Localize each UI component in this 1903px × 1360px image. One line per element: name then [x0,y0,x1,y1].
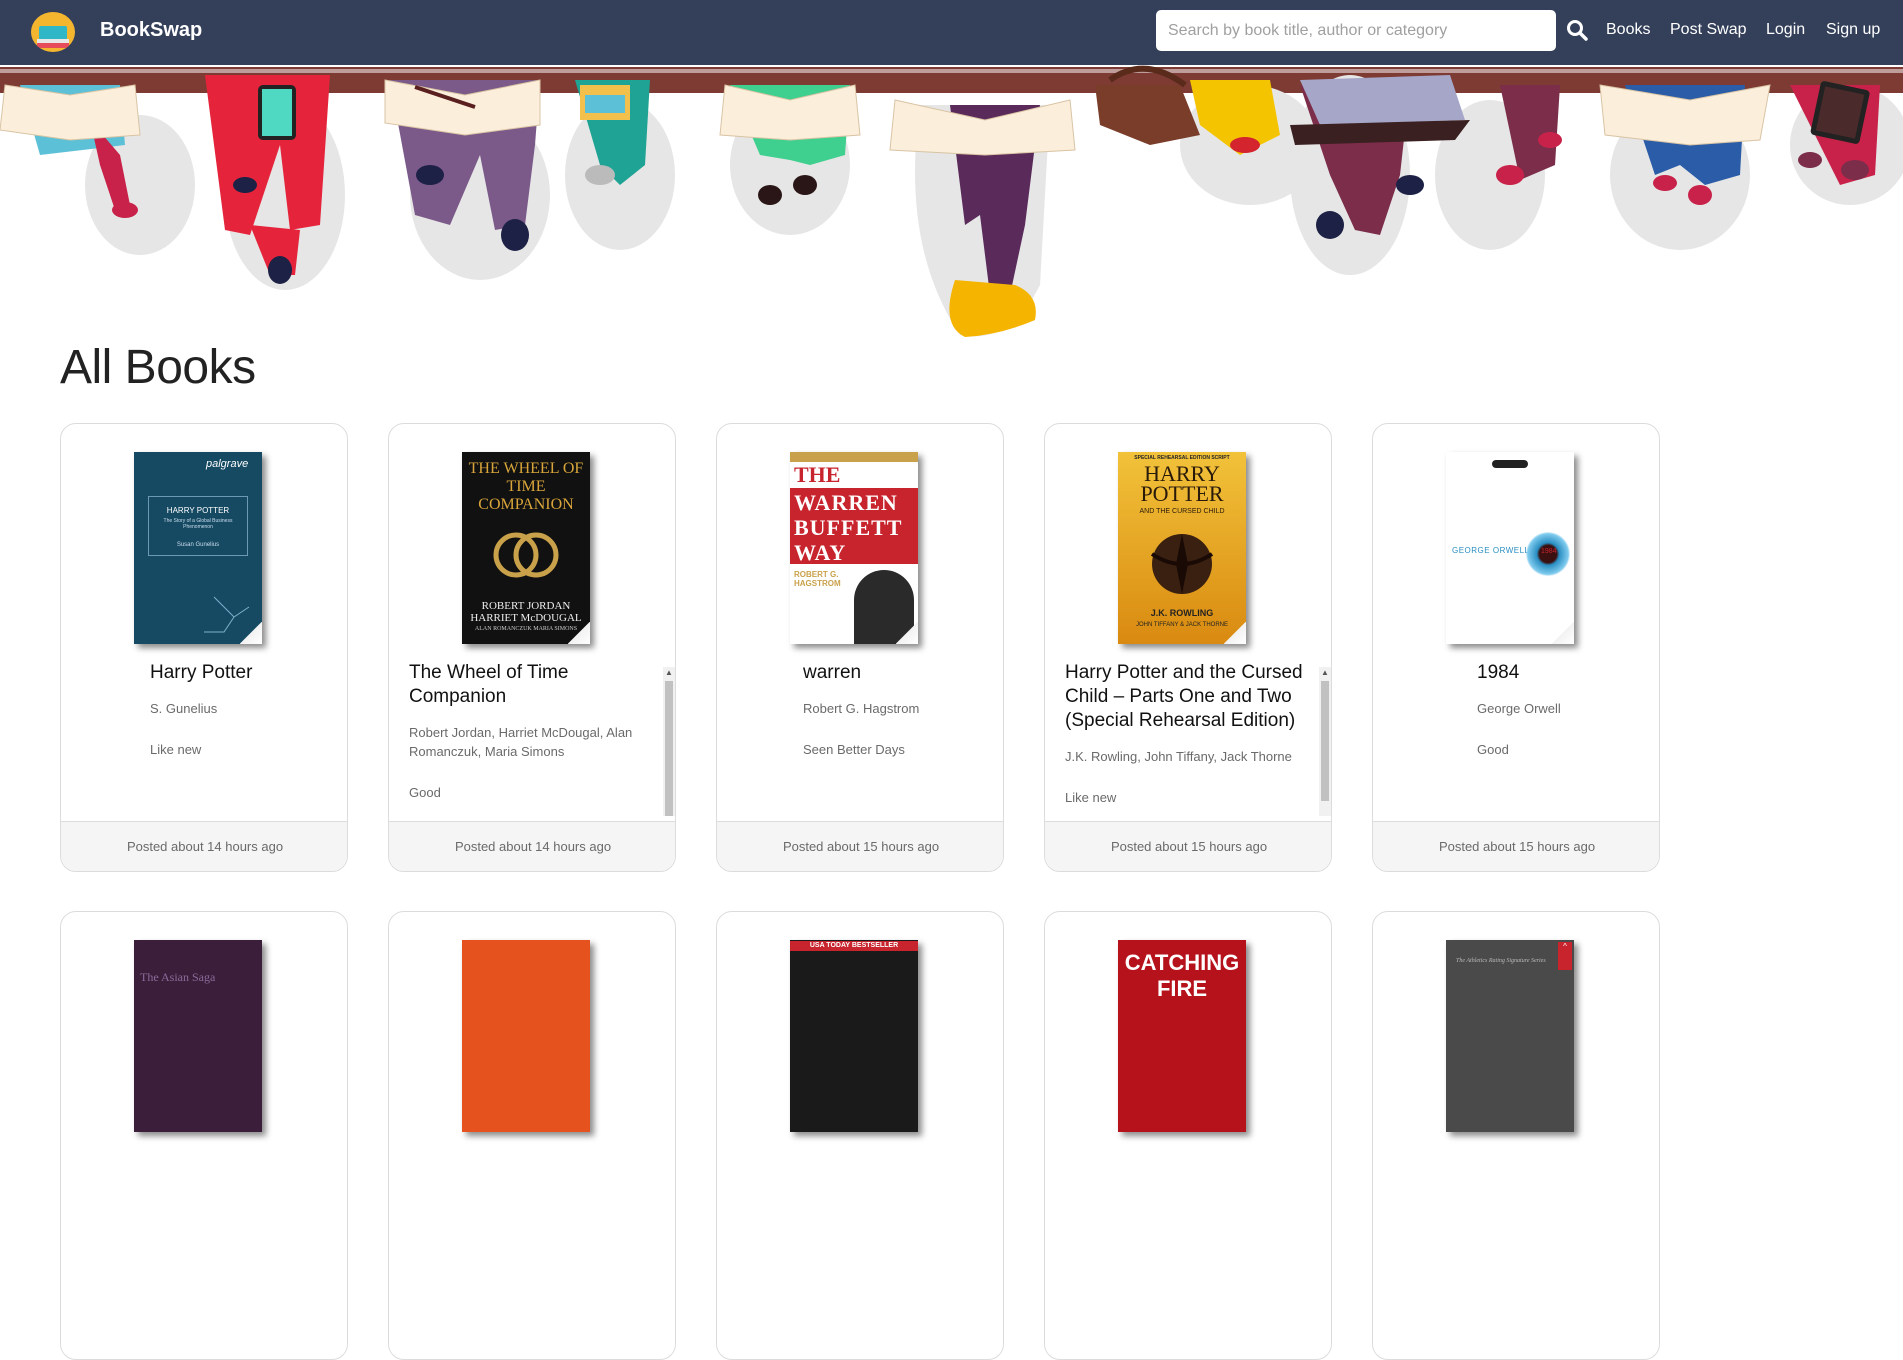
book-card[interactable]: THE WHEEL OF TIME COMPANION ROBERT JORDAN… [388,423,676,872]
book-card[interactable]: CATCHING FIRE [1044,911,1332,1360]
nav-post-swap-link[interactable]: Post Swap [1670,21,1746,39]
book-cover-image[interactable]: GEORGE ORWELL 1984 [1446,452,1574,644]
book-condition: Seen Better Days [803,742,905,757]
card-scrollbar[interactable]: ▲▼ [663,667,675,816]
book-card[interactable]: SPECIAL REHEARSAL EDITION SCRIPT HARRY PO… [1044,423,1332,872]
book-info: warren Robert G. Hagstrom Seen Better Da… [717,661,1003,816]
book-title[interactable]: Harry Potter [150,661,335,685]
search-icon[interactable] [1565,18,1589,42]
hero-readers-illustration [0,65,1903,337]
book-author: J.K. Rowling, John Tiffany, Jack Thorne [1065,749,1292,764]
book-card[interactable]: THE WARREN BUFFETT WAY ROBERT G. HAGSTROM … [716,423,1004,872]
book-info: The Wheel of Time Companion Robert Jorda… [389,661,675,816]
book-author: S. Gunelius [150,701,218,716]
book-author: George Orwell [1477,701,1561,716]
wheel-rings-graphic [493,532,559,578]
book-info: Harry Potter and the Cursed Child – Part… [1045,661,1331,816]
nav-books-link[interactable]: Books [1606,21,1650,39]
book-title[interactable]: warren [803,661,991,685]
book-cover-image[interactable]: palgrave HARRY POTTER The Story of a Glo… [134,452,262,644]
nav-login-link[interactable]: Login [1766,21,1805,39]
posted-time: Posted about 14 hours ago [389,821,675,871]
book-cover-image[interactable]: SPECIAL REHEARSAL EDITION SCRIPT HARRY PO… [1118,452,1246,644]
search-input[interactable] [1156,10,1556,51]
posted-time: Posted about 15 hours ago [1373,821,1659,871]
book-cover-image[interactable]: USA TODAY BESTSELLER [790,940,918,1132]
book-author: Robert G. Hagstrom [803,701,920,716]
book-card[interactable] [388,911,676,1360]
nav-signup-link[interactable]: Sign up [1826,21,1880,39]
page-title: All Books [60,341,256,394]
book-title[interactable]: The Wheel of Time Companion [409,661,647,709]
book-card[interactable]: palgrave HARRY POTTER The Story of a Glo… [60,423,348,872]
book-cover-image[interactable]: The Asian Saga [134,940,262,1132]
book-condition: Good [1477,742,1509,757]
brand-name[interactable]: BookSwap [100,19,202,42]
book-title[interactable]: Harry Potter and the Cursed Child – Part… [1065,661,1303,733]
book-cover-image[interactable]: THE WARREN BUFFETT WAY ROBERT G. HAGSTROM [790,452,918,644]
book-cover-image[interactable] [462,940,590,1132]
book-card[interactable]: GEORGE ORWELL 1984 1984 George Orwell Go… [1372,423,1660,872]
posted-time: Posted about 15 hours ago [1045,821,1331,871]
book-cover-image[interactable]: The Athletics Rating Signature Series ^ [1446,940,1574,1132]
posted-time: Posted about 15 hours ago [717,821,1003,871]
book-title[interactable]: 1984 [1477,661,1647,685]
posted-time: Posted about 14 hours ago [61,821,347,871]
book-info: Harry Potter S. Gunelius Like new [61,661,347,816]
book-info: 1984 George Orwell Good [1373,661,1659,816]
book-card[interactable]: USA TODAY BESTSELLER [716,911,1004,1360]
book-author: Robert Jordan, Harriet McDougal, Alan Ro… [409,725,633,759]
book-condition: Like new [150,742,202,757]
book-condition: Like new [1065,790,1117,805]
navbar: BookSwap Books Post Swap Login Sign up [0,0,1903,65]
card-scrollbar[interactable]: ▲▼ [1319,667,1331,816]
book-condition: Good [409,785,441,800]
book-cover-image[interactable]: THE WHEEL OF TIME COMPANION ROBERT JORDAN… [462,452,590,644]
cursed-child-nest-graphic [1150,534,1214,594]
book-card[interactable]: The Asian Saga [60,911,348,1360]
book-card[interactable]: The Athletics Rating Signature Series ^ [1372,911,1660,1360]
bookswap-logo-icon[interactable] [31,12,75,52]
book-cover-image[interactable]: CATCHING FIRE [1118,940,1246,1132]
